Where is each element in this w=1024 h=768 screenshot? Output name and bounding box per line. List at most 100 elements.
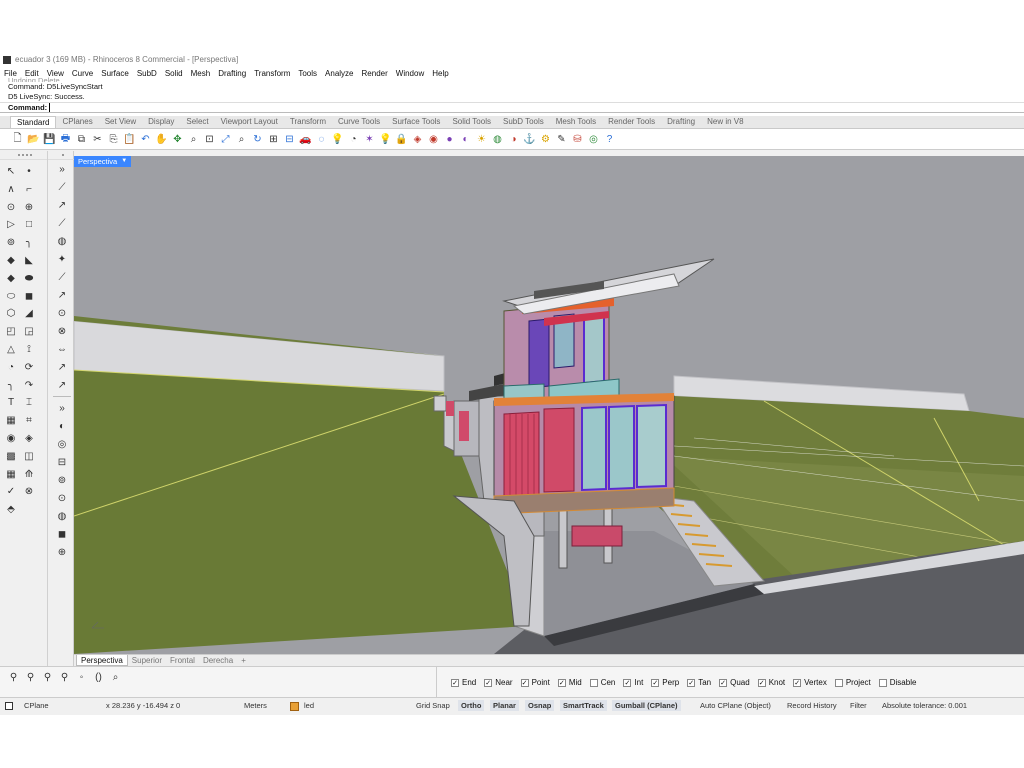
osnap-tan[interactable]: ✓ Tan [687, 678, 711, 687]
layer-color-swatch[interactable] [290, 702, 299, 711]
left-tool-15-icon[interactable]: ⬭ [2, 288, 20, 305]
gear-icon[interactable]: ⚙ [539, 133, 552, 146]
chevron-down-icon[interactable]: ▼ [121, 156, 127, 167]
left-tool-9-icon[interactable]: ⊚ [2, 234, 20, 251]
left-tool-34-icon[interactable]: ◫ [20, 448, 38, 465]
osnap-end[interactable]: ✓ End [451, 678, 476, 687]
globe-icon[interactable]: ◎ [587, 133, 600, 146]
pan-icon[interactable]: ✋ [155, 133, 168, 146]
auto-cplane-toggle[interactable]: Auto CPlane (Object) [700, 701, 771, 710]
tab-surface-tools[interactable]: Surface Tools [386, 116, 446, 128]
side-tool-11-icon[interactable]: ⇔ [53, 340, 71, 358]
tab-drafting[interactable]: Drafting [661, 116, 701, 128]
osnap-checkbox[interactable]: ✓ [687, 678, 696, 687]
left-tool-5-icon[interactable]: ⊙ [2, 199, 20, 216]
left-tool-36-icon[interactable]: ⟰ [20, 466, 38, 483]
side-tool-17-icon[interactable]: ⊟ [53, 453, 71, 471]
osnap-checkbox[interactable]: ✓ [719, 678, 728, 687]
side-tool-14-icon[interactable]: » [53, 399, 71, 417]
ortho-toggle[interactable]: Ortho [458, 700, 485, 711]
tab-standard[interactable]: Standard [10, 116, 57, 128]
osnap-checkbox[interactable]: ✓ [651, 678, 660, 687]
tab-cplanes[interactable]: CPlanes [56, 116, 98, 128]
point-icon[interactable]: ✶ [363, 133, 376, 146]
side-tool-8-icon[interactable]: ↗ [53, 286, 71, 304]
left-tool-38-icon[interactable]: ⊗ [20, 483, 38, 500]
left-tool-3-icon[interactable]: ∧ [2, 181, 20, 198]
left-tool-10-icon[interactable]: ╮ [20, 234, 38, 251]
side-tool-22-icon[interactable]: ⊕ [53, 543, 71, 561]
planar-toggle[interactable]: Planar [490, 700, 519, 711]
osnap-int[interactable]: ✓ Int [623, 678, 643, 687]
snap-tool-3-icon[interactable]: ⚲ [41, 671, 54, 684]
open-icon[interactable]: 📂 [27, 133, 40, 146]
left-tool-29-icon[interactable]: ▦ [2, 412, 20, 429]
grid-snap-toggle[interactable]: Grid Snap [416, 701, 450, 710]
side-tool-13-icon[interactable]: ↗ [53, 376, 71, 394]
record-history-toggle[interactable]: Record History [787, 701, 837, 710]
left-tool-16-icon[interactable]: ◼ [20, 288, 38, 305]
osnap-point[interactable]: ✓ Point [520, 678, 550, 687]
side-tool-19-icon[interactable]: ⊙ [53, 489, 71, 507]
left-tool-13-icon[interactable]: ◆ [2, 270, 20, 287]
left-tool-25-icon[interactable]: ╮ [2, 377, 20, 394]
osnap-checkbox[interactable]: ✓ [451, 678, 459, 687]
zoom-icon[interactable]: ⌕ [187, 133, 200, 146]
left-tool-24-icon[interactable]: ⟳ [20, 359, 38, 376]
tab-select[interactable]: Select [180, 116, 214, 128]
lock-icon[interactable]: 🔒 [395, 133, 408, 146]
cut-icon[interactable]: ✂ [91, 133, 104, 146]
left-tool-1-icon[interactable]: ↖ [2, 163, 20, 180]
osnap-toggle[interactable]: Osnap [525, 700, 555, 711]
copy-icon[interactable]: ⎘ [107, 133, 120, 146]
viewport-tab-perspectiva[interactable]: Perspectiva [76, 655, 128, 666]
left-tool-22-icon[interactable]: ⟟ [20, 341, 38, 358]
left-tool-33-icon[interactable]: ▩ [2, 448, 20, 465]
snap-tool-6-icon[interactable]: () [92, 671, 105, 684]
left-tool-11-icon[interactable]: ◆ [2, 252, 20, 269]
color-wheel-icon[interactable]: ◉ [427, 133, 440, 146]
viewport-tab-frontal[interactable]: Frontal [166, 655, 199, 666]
left-tool-39-icon[interactable]: ⬘ [2, 501, 20, 518]
window-toggle-icon[interactable] [5, 702, 13, 710]
tab-transform[interactable]: Transform [284, 116, 332, 128]
undo-icon[interactable]: ↶ [139, 133, 152, 146]
environment-icon[interactable]: ◍ [491, 133, 504, 146]
bulb-icon[interactable]: 💡 [379, 133, 392, 146]
filter-toggle[interactable]: Filter [850, 701, 867, 710]
side-tool-9-icon[interactable]: ⊙ [53, 304, 71, 322]
osnap-vertex[interactable]: ✓ Vertex [793, 678, 827, 687]
snap-tool-1-icon[interactable]: ⚲ [7, 671, 20, 684]
viewport-tab-derecha[interactable]: Derecha [199, 655, 237, 666]
side-tool-16-icon[interactable]: ◎ [53, 435, 71, 453]
osnap-checkbox[interactable] [589, 678, 598, 687]
side-tool-4-icon[interactable]: ⟋ [53, 214, 71, 232]
side-tool-5-icon[interactable]: ◍ [53, 232, 71, 250]
tab-display[interactable]: Display [142, 116, 180, 128]
new-icon[interactable]: 🗋 [11, 133, 24, 146]
rotate-view-icon[interactable]: ↻ [251, 133, 264, 146]
tab-curve-tools[interactable]: Curve Tools [332, 116, 386, 128]
model-scene[interactable] [74, 156, 1024, 654]
osnap-checkbox[interactable]: ✓ [623, 678, 632, 687]
car-icon[interactable]: 🚗 [299, 133, 312, 146]
left-tool-8-icon[interactable]: □ [20, 216, 38, 233]
tab-mesh-tools[interactable]: Mesh Tools [550, 116, 602, 128]
left-tool-32-icon[interactable]: ◈ [20, 430, 38, 447]
left-tool-4-icon[interactable]: ⌐ [20, 181, 38, 198]
four-view-icon[interactable]: ⊞ [267, 133, 280, 146]
left-tool-31-icon[interactable]: ◉ [2, 430, 20, 447]
osnap-mid[interactable]: ✓ Mid [557, 678, 582, 687]
side-tool-12-icon[interactable]: ↗ [53, 358, 71, 376]
osnap-cen[interactable]: Cen [589, 678, 615, 687]
layer-status[interactable]: led [304, 701, 314, 710]
side-tool-10-icon[interactable]: ⊗ [53, 322, 71, 340]
grasshopper-icon[interactable]: ⚓ [523, 133, 536, 146]
cplane-icon[interactable]: ⊟ [283, 133, 296, 146]
cplane-status[interactable]: CPlane [24, 701, 49, 710]
osnap-perp[interactable]: ✓ Perp [651, 678, 679, 687]
select-icon[interactable]: ◌ [315, 133, 328, 146]
left-tool-28-icon[interactable]: ⌶ [20, 394, 38, 411]
units-status[interactable]: Meters [244, 701, 267, 710]
snap-tool-4-icon[interactable]: ⚲ [58, 671, 71, 684]
